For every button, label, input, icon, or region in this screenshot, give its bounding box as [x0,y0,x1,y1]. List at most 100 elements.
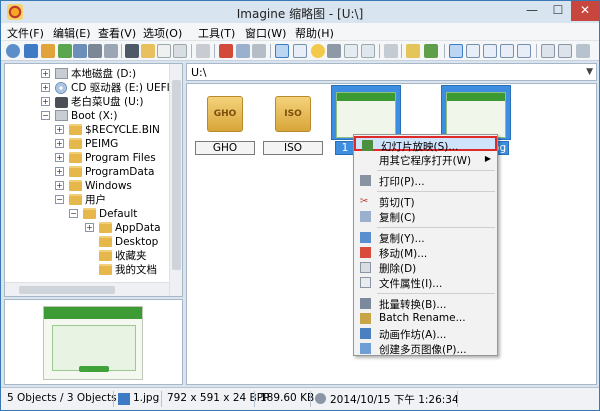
context-item-label: Batch Rename... [379,312,466,324]
view-icon[interactable] [6,44,20,58]
open-folder-icon[interactable] [41,44,55,58]
context-item-print[interactable]: 打印(P)... [354,173,497,188]
context-item-cut[interactable]: ✂ 剪切(T) [354,194,497,209]
thumbnail-image-2[interactable] [441,85,511,140]
context-item-move[interactable]: 移动(M)... [354,245,497,260]
context-item-batch-rename[interactable]: Batch Rename... [354,311,497,326]
star-icon[interactable] [311,44,325,58]
thumbnails-large-icon[interactable] [449,44,463,58]
print-icon[interactable] [88,44,102,58]
title-bar[interactable]: Imagine 缩略图 - [U:\] — ☐ ✕ [1,1,599,23]
expand-icon[interactable]: + [55,153,64,162]
capture-icon[interactable] [125,44,139,58]
menu-bar: 文件(F) 编辑(E) 查看(V) 选项(O) 工具(T) 窗口(W) 帮助(H… [1,23,599,41]
status-bar: 5 Objects / 3 Objects 1.jpg 792 x 591 x … [1,387,599,410]
thumbnail-view-icon[interactable] [24,44,38,58]
folder-icon [69,180,82,191]
expand-icon[interactable]: + [41,83,50,92]
context-item-delete[interactable]: 删除(D) [354,260,497,275]
new-folder-icon[interactable] [141,44,155,58]
context-item-slideshow[interactable]: 幻灯片放映(S)... [354,136,497,153]
context-item-batch-convert[interactable]: 批量转换(B)... [354,296,497,311]
thumbnails-small-icon[interactable] [483,44,497,58]
context-item-animation[interactable]: 动画作坊(A)... [354,326,497,341]
expand-icon[interactable]: + [41,97,50,106]
copy-to-icon [360,232,371,243]
menu-help[interactable]: 帮助(H) [295,25,334,41]
expand-icon[interactable]: + [55,167,64,176]
context-item-properties[interactable]: 文件属性(I)... [354,275,497,290]
filter-icon[interactable] [558,44,572,58]
save-icon[interactable] [73,44,87,58]
tree-vertical-scrollbar[interactable] [169,64,182,296]
menu-options[interactable]: 选项(O) [143,25,182,41]
expand-icon[interactable]: + [85,223,94,232]
cut-icon[interactable] [219,44,233,58]
tree-horizontal-scrollbar[interactable] [5,282,169,296]
sort-icon[interactable] [541,44,555,58]
batch-rename-icon [360,313,371,324]
thumbnail-label[interactable]: GHO [195,141,255,155]
settings-icon[interactable] [576,44,590,58]
menu-view[interactable]: 查看(V) [98,25,136,41]
file-icon[interactable] [196,44,210,58]
context-item-copy[interactable]: 复制(C) [354,209,497,224]
detail-view-icon[interactable] [517,44,531,58]
paste-icon[interactable] [252,44,266,58]
collapse-icon[interactable]: − [69,209,78,218]
context-menu: 幻灯片放映(S)... 用其它程序打开(W) ▶ 打印(P)... ✂ 剪切(T… [353,134,498,356]
tree-label: Default [99,208,138,220]
context-item-copy-to[interactable]: 复制(Y)... [354,230,497,245]
page-icon[interactable] [173,44,187,58]
rotate-icon[interactable] [384,44,398,58]
thumbnails-medium-icon[interactable] [466,44,480,58]
context-item-label: 文件属性(I)... [379,278,443,290]
thumbnail-label[interactable]: 1 [335,141,355,155]
chevron-down-icon[interactable]: ▼ [586,67,593,77]
animation-icon [360,328,371,339]
refresh-icon[interactable] [424,44,438,58]
menu-window[interactable]: 窗口(W) [245,25,286,41]
address-value[interactable]: U:\ [191,66,206,79]
folder-icon-text: GHO [213,109,237,119]
copy-icon[interactable] [236,44,250,58]
thumbnail-label[interactable]: ISO [263,141,323,155]
menu-edit[interactable]: 编辑(E) [53,25,91,41]
open-icon[interactable] [58,44,72,58]
grid-icon[interactable] [293,44,307,58]
address-bar[interactable]: U:\ ▼ [186,63,597,81]
minimize-button[interactable]: — [519,1,545,21]
collapse-icon[interactable]: − [55,195,64,204]
context-item-multipage[interactable]: 创建多页图像(P)... [354,341,497,356]
copy-icon [360,211,371,222]
thumbnail-image-1[interactable] [331,85,401,140]
expand-icon[interactable]: + [55,139,64,148]
menu-file[interactable]: 文件(F) [7,25,44,41]
layout-icon[interactable] [275,44,289,58]
scrollbar-thumb[interactable] [172,80,181,270]
close-button[interactable]: ✕ [571,1,599,21]
batch-convert-icon [360,298,371,309]
menu-separator [377,170,495,171]
document-icon[interactable] [157,44,171,58]
expand-icon[interactable]: + [41,69,50,78]
list-icon[interactable] [344,44,358,58]
folder-icon [69,152,82,163]
context-item-open-with[interactable]: 用其它程序打开(W) ▶ [354,152,497,167]
scan-icon[interactable] [104,44,118,58]
menu-tools[interactable]: 工具(T) [198,25,235,41]
details-icon[interactable] [361,44,375,58]
list-view-icon[interactable] [500,44,514,58]
collapse-icon[interactable]: − [41,111,50,120]
toolbar-separator [401,44,402,58]
scrollbar-thumb[interactable] [19,286,115,294]
expand-icon[interactable]: + [55,181,64,190]
slideshow-icon[interactable] [327,44,341,58]
expand-icon[interactable]: + [55,125,64,134]
folder-tree[interactable]: + 本地磁盘 (D:) + CD 驱动器 (E:) UEFI+B + 老白菜U盘… [4,63,183,297]
maximize-button[interactable]: ☐ [545,1,571,21]
preview-pane [4,299,183,385]
image-icon[interactable] [406,44,420,58]
preview-image [43,306,143,380]
drive-icon [55,68,68,79]
